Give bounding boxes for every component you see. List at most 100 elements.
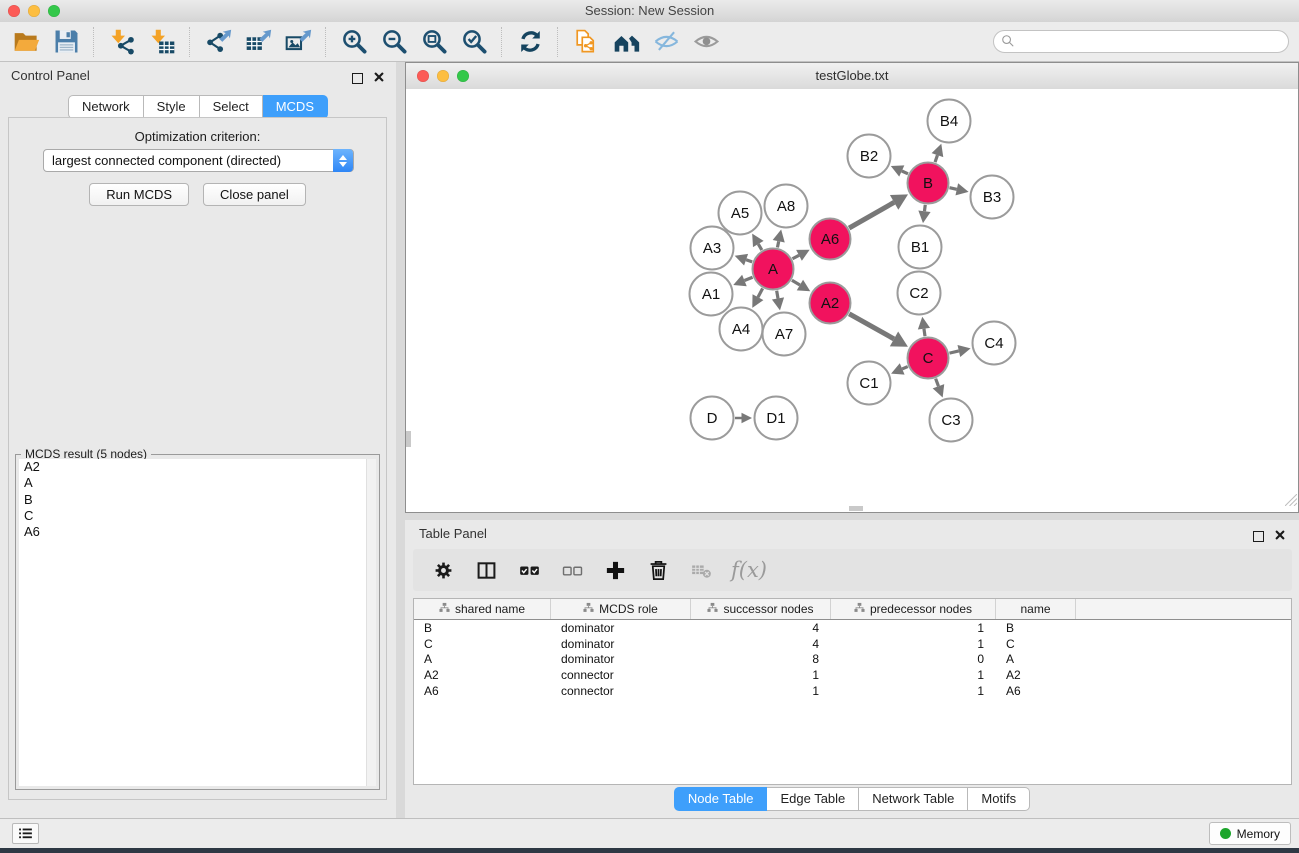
tab-mcds[interactable]: MCDS [263, 95, 328, 119]
tab-style[interactable]: Style [144, 95, 200, 119]
duplicate-network-button[interactable] [566, 24, 606, 60]
save-session-button[interactable] [46, 24, 86, 60]
edge-A6-B[interactable] [849, 194, 908, 228]
export-image-button[interactable] [278, 24, 318, 60]
open-file-button[interactable] [6, 24, 46, 60]
zoom-out-button[interactable] [374, 24, 414, 60]
tab-network-table[interactable]: Network Table [859, 787, 968, 811]
node-A8[interactable]: A8 [765, 185, 808, 228]
edge-A2-C[interactable] [849, 314, 908, 347]
float-panel-icon[interactable] [352, 73, 363, 84]
node-B[interactable]: B [908, 163, 949, 204]
select-all-button[interactable] [516, 555, 542, 585]
horizontal-scrollbar-thumb[interactable] [849, 506, 863, 511]
node-C[interactable]: C [908, 338, 949, 379]
node-C3[interactable]: C3 [930, 399, 973, 442]
import-network-button[interactable] [102, 24, 142, 60]
node-A6[interactable]: A6 [810, 219, 851, 260]
result-item[interactable]: A [19, 475, 376, 491]
column-header-predecessor-nodes[interactable]: predecessor nodes [831, 599, 996, 619]
close-table-panel-icon[interactable] [1275, 527, 1285, 545]
table-row[interactable]: Bdominator41B [414, 620, 1291, 636]
table-row[interactable]: A2connector11A2 [414, 667, 1291, 683]
edge-A-A8[interactable] [773, 230, 785, 248]
edge-B-B1[interactable] [918, 205, 930, 223]
export-table-button[interactable] [238, 24, 278, 60]
node-A1[interactable]: A1 [690, 273, 733, 316]
node-A5[interactable]: A5 [719, 192, 762, 235]
column-layout-button[interactable] [473, 555, 499, 585]
network-window-titlebar[interactable]: testGlobe.txt [406, 63, 1298, 90]
node-C1[interactable]: C1 [848, 362, 891, 405]
node-B2[interactable]: B2 [848, 135, 891, 178]
result-item[interactable]: C [19, 508, 376, 524]
result-scrollbar[interactable] [366, 459, 376, 786]
refresh-network-button[interactable] [510, 24, 550, 60]
edge-D-D1[interactable] [735, 413, 752, 424]
zoom-in-button[interactable] [334, 24, 374, 60]
edge-C-C3[interactable] [933, 379, 945, 398]
edge-A-A4[interactable] [752, 288, 763, 307]
table-row[interactable]: Adominator80A [414, 651, 1291, 667]
close-panel-button[interactable]: Close panel [203, 183, 306, 206]
node-C2[interactable]: C2 [898, 272, 941, 315]
edge-C-C4[interactable] [949, 345, 970, 357]
table-row[interactable]: A6connector11A6 [414, 683, 1291, 699]
tab-motifs[interactable]: Motifs [968, 787, 1030, 811]
resize-grip-icon[interactable] [1285, 493, 1297, 511]
column-header-successor-nodes[interactable]: successor nodes [691, 599, 831, 619]
result-item[interactable]: A2 [19, 459, 376, 475]
node-A4[interactable]: A4 [720, 308, 763, 351]
network-canvas[interactable]: B4 B2 B B3 A5A8A6 B1 A3 A A1 C2 A2 A4A7 C4 C C1 D D1 C3 [406, 89, 1298, 512]
column-header-shared-name[interactable]: shared name [414, 599, 551, 619]
run-mcds-button[interactable]: Run MCDS [89, 183, 189, 206]
node-A3[interactable]: A3 [691, 227, 734, 270]
memory-button[interactable]: Memory [1209, 822, 1291, 845]
table-settings-button[interactable] [430, 555, 456, 585]
show-eye-button[interactable] [686, 24, 726, 60]
export-network-button[interactable] [198, 24, 238, 60]
column-header-MCDS-role[interactable]: MCDS role [551, 599, 691, 619]
edge-B-B4[interactable] [932, 144, 944, 162]
result-item[interactable]: B [19, 492, 376, 508]
edge-C-C1[interactable] [891, 363, 908, 374]
edge-A-A7[interactable] [772, 291, 784, 311]
result-item[interactable]: A6 [19, 524, 376, 540]
node-D[interactable]: D [691, 397, 734, 440]
zoom-fit-button[interactable] [414, 24, 454, 60]
table-row[interactable]: Cdominator41C [414, 636, 1291, 652]
tab-node-table[interactable]: Node Table [674, 787, 768, 811]
node-B3[interactable]: B3 [971, 176, 1014, 219]
delete-column-button[interactable] [645, 555, 671, 585]
edge-B-B2[interactable] [891, 165, 908, 176]
edge-A-A1[interactable] [733, 275, 752, 286]
import-table-button[interactable] [142, 24, 182, 60]
close-panel-icon[interactable] [374, 69, 384, 87]
node-C4[interactable]: C4 [973, 322, 1016, 365]
tab-edge-table[interactable]: Edge Table [767, 787, 859, 811]
hide-eye-button[interactable] [646, 24, 686, 60]
node-B1[interactable]: B1 [899, 226, 942, 269]
edge-C-C2[interactable] [918, 317, 930, 336]
edge-A-A3[interactable] [735, 254, 753, 266]
node-A7[interactable]: A7 [763, 313, 806, 356]
edge-A-A2[interactable] [792, 280, 810, 291]
tab-network[interactable]: Network [68, 95, 144, 119]
node-D1[interactable]: D1 [755, 397, 798, 440]
task-history-button[interactable] [12, 823, 39, 844]
home-view-button[interactable] [606, 24, 646, 60]
node-A[interactable]: A [753, 249, 794, 290]
column-header-name[interactable]: name [996, 599, 1076, 619]
zoom-selected-button[interactable] [454, 24, 494, 60]
vertical-scrollbar-thumb[interactable] [406, 431, 411, 447]
float-table-panel-icon[interactable] [1253, 531, 1264, 542]
node-A2[interactable]: A2 [810, 283, 851, 324]
node-B4[interactable]: B4 [928, 100, 971, 143]
add-column-button[interactable] [602, 555, 628, 585]
search-input[interactable] [993, 30, 1289, 53]
tab-select[interactable]: Select [200, 95, 263, 119]
edge-B-B3[interactable] [949, 183, 968, 195]
deselect-all-button[interactable] [559, 555, 585, 585]
edge-A-A6[interactable] [792, 250, 809, 261]
edge-A-A5[interactable] [752, 234, 763, 250]
